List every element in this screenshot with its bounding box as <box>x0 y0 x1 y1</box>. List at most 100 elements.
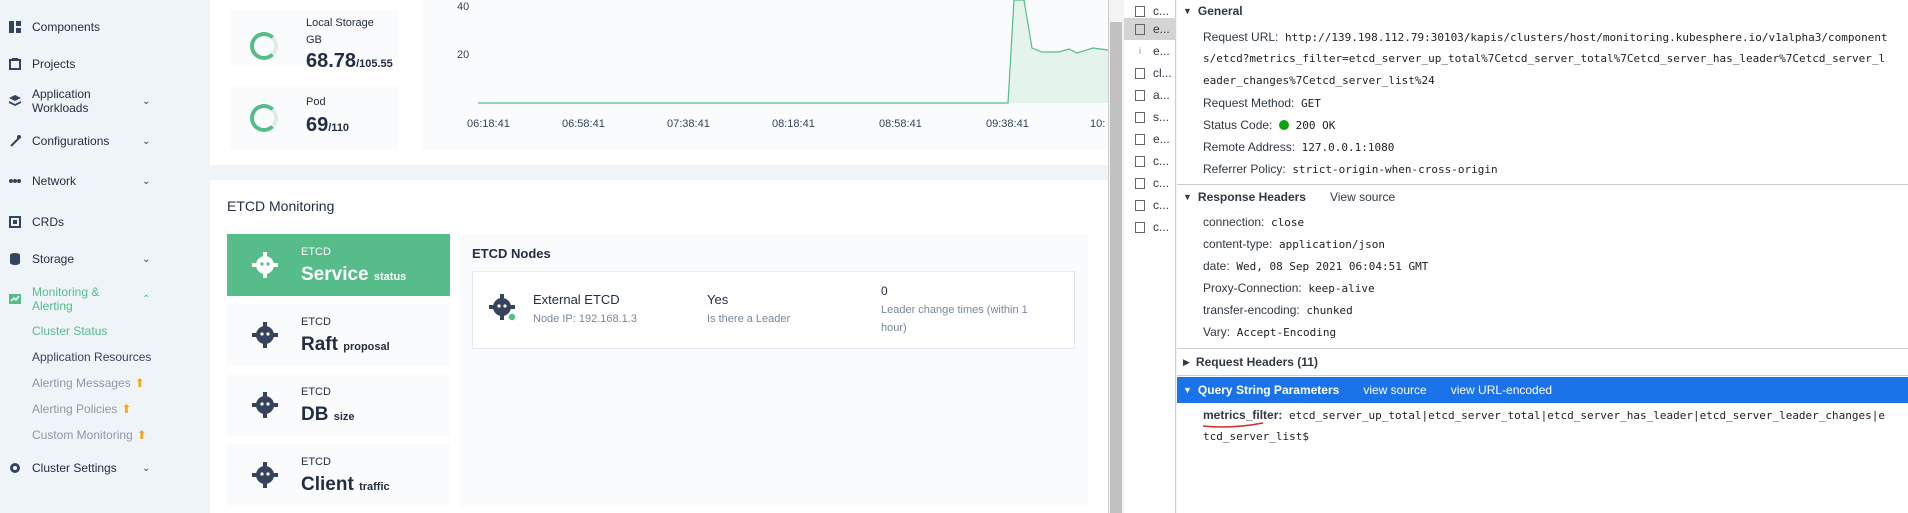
request-url-cont: eader_changes%7Cetcd_server_list%24 <box>1203 70 1435 92</box>
x-tick-label: 08:58:41 <box>879 118 922 130</box>
header-value: application/json <box>1279 238 1385 251</box>
request-checkbox[interactable] <box>1135 5 1145 17</box>
leader-label: Is there a Leader <box>707 313 791 325</box>
header-value: http://139.198.112.79:30103/kapis/cluste… <box>1285 31 1888 44</box>
view-url-encoded-link[interactable]: view URL-encoded <box>1451 383 1552 397</box>
crds-icon <box>8 215 22 229</box>
leader-value: Yes <box>707 292 729 307</box>
sidebar-item-cluster-settings[interactable]: Cluster Settings ⌄ <box>0 458 172 478</box>
sidebar-subitem-custom-monitoring[interactable]: Custom Monitoring ⬆ <box>32 428 147 442</box>
sidebar-item-configurations[interactable]: Configurations ⌄ <box>0 131 172 151</box>
general-section-header[interactable]: ▼ General <box>1177 0 1908 22</box>
stat-label: Pod <box>306 96 326 108</box>
info-icon: i <box>1139 45 1141 56</box>
x-tick-label: 06:58:41 <box>562 118 605 130</box>
response-headers-section-header[interactable]: ▼ Response Headers View source <box>1177 186 1908 208</box>
etcd-card-raft-proposal[interactable]: ETCD Raft proposal <box>227 304 450 366</box>
request-row[interactable]: s... <box>1124 106 1176 128</box>
request-row[interactable]: c... <box>1124 150 1176 172</box>
request-checkbox[interactable] <box>1135 133 1145 145</box>
x-tick-label: 07:38:41 <box>667 118 710 130</box>
devtools-scrollbar-thumb[interactable] <box>1110 22 1122 513</box>
header-value: GET <box>1301 97 1321 110</box>
etcd-card-client-traffic[interactable]: ETCD Client traffic <box>227 444 450 506</box>
view-source-link[interactable]: View source <box>1330 190 1395 204</box>
request-checkbox[interactable] <box>1135 111 1145 123</box>
request-checkbox[interactable] <box>1135 221 1145 233</box>
sidebar-item-crds[interactable]: CRDs <box>0 212 172 232</box>
request-name: e... <box>1153 22 1170 36</box>
sidebar-item-application-workloads[interactable]: Application Workloads ⌄ <box>0 87 172 115</box>
x-tick-label: 06:18:41 <box>467 118 510 130</box>
etcd-card-db-size[interactable]: ETCD DB size <box>227 374 450 436</box>
request-headers-section-header[interactable]: ▶ Request Headers (11) <box>1177 351 1908 373</box>
resource-usage-card: Local Storage GB 68.78/105.55 Pod 69/110… <box>210 0 1108 165</box>
sidebar: Components Projects Application Workload… <box>0 0 172 513</box>
sidebar-item-network[interactable]: Network ⌄ <box>0 171 172 191</box>
etcd-node-ip: Node IP: 192.168.1.3 <box>533 313 637 325</box>
query-string-section-header[interactable]: ▼ Query String Parameters view source view … <box>1177 377 1908 403</box>
request-row[interactable]: a... <box>1124 84 1176 106</box>
etcd-node-row[interactable]: External ETCD Node IP: 192.168.1.3 Yes I… <box>472 271 1075 349</box>
header-value: s/etcd?metrics_filter=etcd_server_up_tot… <box>1203 52 1886 65</box>
sidebar-subitem-alerting-policies[interactable]: Alerting Policies ⬆ <box>32 402 131 416</box>
view-source-link[interactable]: view source <box>1363 383 1426 397</box>
header-key: Request Method: <box>1203 96 1295 110</box>
request-row[interactable]: e... <box>1124 128 1176 150</box>
request-name: c... <box>1153 154 1170 168</box>
header-key: Referrer Policy: <box>1203 162 1286 176</box>
request-checkbox[interactable] <box>1135 155 1145 167</box>
stat-pod: Pod 69/110 <box>230 86 398 149</box>
response-header-row: connection: close <box>1203 211 1304 234</box>
sidebar-item-storage[interactable]: Storage ⌄ <box>0 249 172 269</box>
request-checkbox[interactable] <box>1135 67 1145 79</box>
x-tick-label: 09:38:41 <box>986 118 1029 130</box>
upgrade-arrow-icon: ⬆ <box>134 376 145 390</box>
sidebar-item-label: Cluster Settings <box>32 461 117 475</box>
divider <box>1177 375 1908 376</box>
etcd-card-service-status[interactable]: ETCD Service status <box>227 234 450 296</box>
request-checkbox[interactable] <box>1135 89 1145 101</box>
request-row[interactable]: i e... <box>1124 40 1176 62</box>
request-row-selected[interactable]: e... <box>1124 18 1176 40</box>
request-name: a... <box>1153 88 1170 102</box>
etcd-icon <box>252 462 278 488</box>
request-url-cont: s/etcd?metrics_filter=etcd_server_up_tot… <box>1203 48 1885 70</box>
request-name: e... <box>1153 132 1170 146</box>
query-param-row: metrics_filter: etcd_server_up_total|etc… <box>1203 404 1885 427</box>
sidebar-subitem-label: Application Resources <box>32 350 152 364</box>
sidebar-item-label: Components <box>32 20 101 34</box>
usage-ring <box>250 32 278 60</box>
request-checkbox[interactable] <box>1135 177 1145 189</box>
metric-title: Raft proposal <box>301 334 390 355</box>
chevron-down-icon: ⌄ <box>142 95 151 107</box>
query-param-cont: tcd_server_list$ <box>1203 426 1309 448</box>
sidebar-subitem-alerting-messages[interactable]: Alerting Messages ⬆ <box>32 376 145 390</box>
request-row[interactable]: c... <box>1124 194 1176 216</box>
divider <box>1177 184 1908 185</box>
x-tick-label: 10: <box>1090 118 1106 130</box>
header-value: close <box>1271 216 1305 229</box>
sidebar-item-projects[interactable]: Projects <box>0 54 172 74</box>
etcd-icon <box>252 322 278 348</box>
request-row[interactable]: c... <box>1124 172 1176 194</box>
stat-label: Local Storage <box>306 17 374 29</box>
sidebar-item-label: Application Workloads <box>32 87 91 115</box>
metric-kind: ETCD <box>301 386 331 398</box>
configurations-icon <box>8 134 22 148</box>
header-value: Accept-Encoding <box>1236 326 1337 339</box>
request-row[interactable]: c... <box>1124 216 1176 238</box>
triangle-right-icon: ▶ <box>1183 356 1190 367</box>
status-code-row: Status Code: 200 OK <box>1203 114 1335 137</box>
sidebar-subitem-cluster-status[interactable]: Cluster Status <box>32 324 107 338</box>
param-value: etcd_server_up_total|etcd_server_total|e… <box>1289 409 1886 422</box>
request-row[interactable]: cl... <box>1124 62 1176 84</box>
sidebar-item-monitoring-alerting[interactable]: Monitoring & Alerting ⌃ <box>0 285 172 313</box>
sidebar-subitem-application-resources[interactable]: Application Resources <box>32 350 151 364</box>
header-value: eader_changes%7Cetcd_server_list%24 <box>1203 74 1435 87</box>
sidebar-subitem-label: Alerting Policies <box>32 402 118 416</box>
sidebar-item-components[interactable]: Components <box>0 17 172 37</box>
request-checkbox[interactable] <box>1135 23 1145 35</box>
request-checkbox[interactable] <box>1135 199 1145 211</box>
usage-ring <box>250 104 278 132</box>
